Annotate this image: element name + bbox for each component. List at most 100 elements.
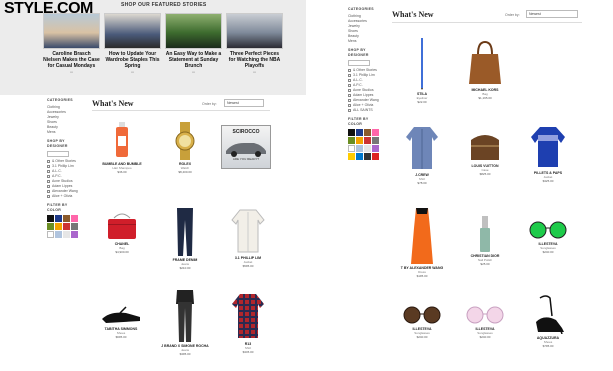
product-image[interactable] (111, 122, 133, 160)
color-swatch[interactable] (348, 153, 355, 160)
designer-search-input[interactable] (47, 151, 69, 157)
product-card[interactable]: MICHAEL KORS Bag $1,195.00 (455, 40, 515, 100)
featured-image[interactable] (43, 13, 100, 49)
checkbox[interactable] (47, 180, 50, 183)
color-swatch[interactable] (47, 223, 54, 230)
product-card[interactable]: 3.1 PHILLIP LIM Jacket $595.00 (218, 208, 278, 268)
product-image[interactable] (174, 290, 196, 342)
product-card[interactable]: CHANEL Bag $4,900.00 (92, 210, 152, 254)
color-swatch[interactable] (63, 231, 70, 238)
product-image[interactable] (231, 292, 265, 340)
product-card[interactable]: FRAME DENIM Jeans $210.00 (155, 208, 215, 270)
color-swatch[interactable] (71, 231, 78, 238)
designer-option[interactable]: ALL SAINTS (348, 108, 383, 113)
checkbox[interactable] (348, 79, 351, 82)
color-swatch[interactable] (55, 223, 62, 230)
color-swatch[interactable] (372, 129, 379, 136)
product-image[interactable] (172, 122, 198, 160)
checkbox[interactable] (348, 74, 351, 77)
checkbox[interactable] (348, 99, 351, 102)
product-image[interactable] (410, 208, 434, 264)
product-card[interactable]: ROLEX Watch $8,400.00 (155, 122, 215, 174)
color-swatch[interactable] (348, 137, 355, 144)
product-card[interactable]: ILLESTEVA Sunglasses $240.00 (392, 305, 452, 339)
product-card[interactable]: ILLESTEVA Sunglasses $240.00 (518, 220, 578, 254)
product-image[interactable] (100, 305, 142, 325)
designer-option[interactable]: Alice + Olivia (47, 194, 82, 199)
share-icon[interactable]: ▪▪▪ (43, 70, 100, 74)
color-swatch[interactable] (71, 223, 78, 230)
product-card[interactable]: T BY ALEXANDER WANG Dress $195.00 (392, 208, 452, 278)
product-image[interactable] (530, 125, 566, 169)
color-swatch[interactable] (63, 215, 70, 222)
product-image[interactable] (418, 38, 426, 90)
color-swatch[interactable] (356, 137, 363, 144)
checkbox[interactable] (348, 104, 351, 107)
color-swatch[interactable] (364, 129, 371, 136)
product-image[interactable] (405, 125, 439, 171)
category-mens[interactable]: Mens (47, 130, 82, 135)
color-swatch[interactable] (348, 145, 355, 152)
product-image[interactable] (465, 305, 505, 325)
product-card[interactable]: STILA Eyeliner $22.00 (392, 38, 452, 104)
color-swatch[interactable] (55, 231, 62, 238)
checkbox[interactable] (47, 175, 50, 178)
share-icon[interactable]: ▪▪▪ (226, 70, 283, 74)
product-image[interactable] (175, 208, 195, 256)
checkbox[interactable] (348, 69, 351, 72)
product-card[interactable]: R13 Shirt $345.00 (218, 292, 278, 354)
featured-card-title[interactable]: Caroline Brasch Nielsen Makes the Case f… (43, 51, 100, 69)
featured-card-title[interactable]: How to Update Your Wardrobe Staples This… (104, 51, 161, 69)
product-card[interactable]: TABITHA SIMMONS Shoes $695.00 (90, 305, 152, 339)
color-swatch[interactable] (364, 145, 371, 152)
color-swatch[interactable] (372, 145, 379, 152)
share-icon[interactable]: ▪▪▪ (165, 70, 222, 74)
color-swatch[interactable] (364, 153, 371, 160)
color-swatch[interactable] (63, 223, 70, 230)
color-swatch[interactable] (55, 215, 62, 222)
checkbox[interactable] (47, 195, 50, 198)
checkbox[interactable] (47, 190, 50, 193)
product-card[interactable]: J.CREW Shirt $78.00 (392, 125, 452, 185)
checkbox[interactable] (348, 89, 351, 92)
checkbox[interactable] (348, 109, 351, 112)
share-icon[interactable]: ▪▪▪ (104, 70, 161, 74)
color-swatch[interactable] (372, 137, 379, 144)
featured-card[interactable]: How to Update Your Wardrobe Staples This… (104, 13, 161, 74)
product-image[interactable] (402, 305, 442, 325)
sort-select[interactable]: Newest (224, 99, 264, 107)
product-image[interactable] (230, 208, 266, 254)
product-image[interactable] (530, 292, 566, 335)
product-card[interactable]: ILLESTEVA Sunglasses $240.00 (455, 305, 515, 339)
checkbox[interactable] (348, 94, 351, 97)
checkbox[interactable] (348, 84, 351, 87)
featured-card[interactable]: Three Perfect Pieces for Watching the NB… (226, 13, 283, 74)
product-image[interactable] (468, 40, 502, 86)
color-swatch[interactable] (356, 153, 363, 160)
featured-card[interactable]: Caroline Brasch Nielsen Makes the Case f… (43, 13, 100, 74)
product-image[interactable] (106, 210, 138, 240)
color-swatch[interactable] (71, 215, 78, 222)
featured-card-title[interactable]: An Easy Way to Make a Statement at Sunda… (165, 51, 222, 69)
featured-card[interactable]: An Easy Way to Make a Statement at Sunda… (165, 13, 222, 74)
product-card[interactable]: PILLETS & PAPS Jacket $325.00 (518, 125, 578, 183)
checkbox[interactable] (47, 165, 50, 168)
color-swatch[interactable] (47, 231, 54, 238)
color-swatch[interactable] (356, 145, 363, 152)
featured-image[interactable] (226, 13, 283, 49)
product-card[interactable]: CHRISTIAN DIOR Nail Polish $25.00 (455, 216, 515, 266)
color-swatch[interactable] (356, 129, 363, 136)
product-card[interactable]: J BRAND X SIMONE ROCHA Jeans $395.00 (155, 290, 215, 356)
product-card[interactable]: LOUIS VUITTON Case $825.00 (455, 132, 515, 176)
product-image[interactable] (479, 216, 491, 252)
color-swatch[interactable] (364, 137, 371, 144)
product-image[interactable] (468, 132, 502, 162)
featured-card-title[interactable]: Three Perfect Pieces for Watching the NB… (226, 51, 283, 69)
featured-image[interactable] (165, 13, 222, 49)
color-swatch[interactable] (372, 153, 379, 160)
product-image[interactable] (526, 220, 570, 240)
product-card[interactable]: AQUAZZURA Shoes $795.00 (518, 292, 578, 348)
checkbox[interactable] (47, 160, 50, 163)
sort-select[interactable]: Newest (526, 10, 578, 18)
checkbox[interactable] (47, 185, 50, 188)
